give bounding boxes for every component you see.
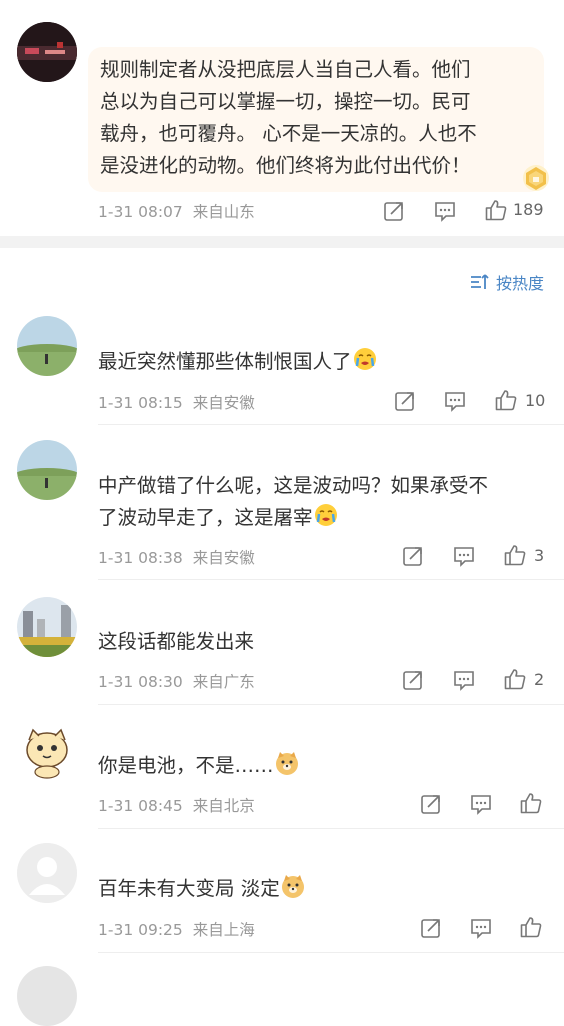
comment-icon[interactable] (443, 389, 467, 413)
crying-emoji-icon (353, 348, 376, 370)
medal-badge-icon (518, 164, 554, 192)
like-count: 2 (534, 670, 545, 689)
share-icon[interactable] (419, 792, 443, 816)
like-icon[interactable] (519, 915, 543, 939)
comment-location: 来自山东 (192, 203, 255, 221)
avatar[interactable] (17, 597, 77, 657)
comment-meta: 1-31 08:15 来自安徽 (98, 391, 265, 413)
like-icon[interactable] (503, 667, 527, 691)
like-count: 10 (525, 391, 546, 410)
avatar[interactable] (17, 22, 77, 82)
doge-emoji-icon (281, 875, 304, 898)
comment-time: 1-31 08:15 (98, 394, 183, 412)
comment-location: 来自广东 (192, 673, 255, 691)
comment-text: 这段话都能发出来 (98, 630, 255, 653)
share-icon[interactable] (382, 199, 406, 223)
row-divider (98, 579, 564, 580)
doge-emoji-icon (275, 752, 298, 775)
avatar[interactable] (17, 440, 77, 500)
share-icon[interactable] (419, 916, 443, 940)
row-divider (98, 828, 564, 829)
comment-icon[interactable] (452, 668, 476, 692)
comment-meta: 1-31 08:38 来自安徽 (98, 546, 265, 568)
comment-meta: 1-31 08:30 来自广东 (98, 670, 265, 692)
share-icon[interactable] (393, 389, 417, 413)
comment-time: 1-31 08:07 (98, 203, 183, 221)
comment-location: 来自安徽 (192, 394, 255, 412)
avatar[interactable] (17, 316, 77, 376)
comment-icon[interactable] (433, 199, 457, 223)
like-icon[interactable] (519, 791, 543, 815)
row-divider (98, 952, 564, 953)
like-icon[interactable] (494, 388, 518, 412)
avatar[interactable] (17, 720, 77, 780)
comment-time: 1-31 08:30 (98, 673, 183, 691)
comment-icon[interactable] (452, 544, 476, 568)
share-icon[interactable] (401, 668, 425, 692)
row-divider (98, 424, 564, 425)
avatar[interactable] (17, 966, 77, 1026)
share-icon[interactable] (401, 544, 425, 568)
comment-location: 来自上海 (192, 921, 255, 939)
sort-label: 按热度 (495, 274, 544, 293)
comment-icon[interactable] (469, 916, 493, 940)
like-count: 3 (534, 546, 545, 565)
sort-toggle[interactable]: 按热度 (470, 270, 544, 294)
comment-meta: 1-31 08:45 来自北京 (98, 794, 265, 816)
comment-icon[interactable] (469, 792, 493, 816)
section-divider (0, 236, 564, 248)
comment-meta: 1-31 08:07 来自山东 (98, 200, 265, 222)
comment-location: 来自北京 (192, 797, 255, 815)
comment-meta: 1-31 09:25 来自上海 (98, 918, 265, 940)
crying-emoji-icon (314, 504, 337, 526)
comment-text: 你是电池，不是…… (98, 750, 548, 782)
like-count: 189 (513, 200, 544, 219)
comment-time: 1-31 08:38 (98, 549, 183, 567)
like-icon[interactable] (503, 543, 527, 567)
row-divider (98, 704, 564, 705)
hot-comment-card: 规则制定者从没把底层人当自己人看。他们 总以为自己可以掌握一切，操控一切。民可 载舟… (0, 0, 564, 236)
comment-text: 中产做错了什么呢，这是波动吗？如果承受不 了波动早走了，这是屠宰 (98, 474, 489, 529)
sort-icon (470, 274, 489, 289)
avatar-default[interactable] (17, 843, 77, 903)
comment-location: 来自安徽 (192, 549, 255, 567)
comment-time: 1-31 09:25 (98, 921, 183, 939)
like-icon[interactable] (484, 198, 508, 222)
comment-time: 1-31 08:45 (98, 797, 183, 815)
comment-text: 最近突然懂那些体制恨国人了 (98, 346, 548, 378)
comment-text: 百年未有大变局 淡定 (98, 873, 548, 905)
hot-comment-text: 规则制定者从没把底层人当自己人看。他们 总以为自己可以掌握一切，操控一切。民可 载舟… (100, 58, 477, 177)
